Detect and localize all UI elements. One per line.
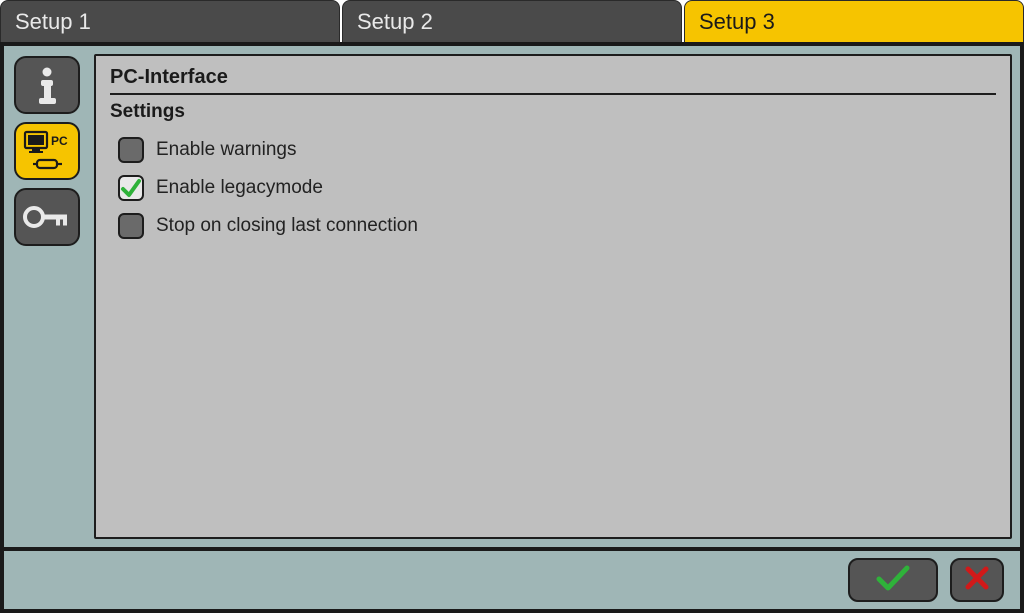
tab-setup-1[interactable]: Setup 1 <box>0 0 340 42</box>
checkbox-stop-on-close[interactable] <box>118 213 144 239</box>
footer-bar <box>4 547 1020 609</box>
sidebar: PC <box>4 46 94 547</box>
tab-setup-2[interactable]: Setup 2 <box>342 0 682 42</box>
checkbox-enable-warnings[interactable] <box>118 137 144 163</box>
tab-setup-3[interactable]: Setup 3 <box>684 0 1024 42</box>
checkbox-enable-legacymode[interactable] <box>118 175 144 201</box>
key-icon <box>22 199 72 235</box>
tab-label: Setup 1 <box>15 9 91 35</box>
main-frame: PC <box>0 42 1024 613</box>
cancel-button[interactable] <box>950 558 1004 602</box>
settings-panel: PC-Interface Settings Enable warnings En… <box>94 54 1012 539</box>
sidebar-item-key[interactable] <box>14 188 80 246</box>
option-stop-on-close: Stop on closing last connection <box>110 207 996 245</box>
svg-text:PC: PC <box>51 134 68 148</box>
sidebar-item-pc-interface[interactable]: PC <box>14 122 80 180</box>
option-label: Stop on closing last connection <box>156 215 418 237</box>
tab-label: Setup 3 <box>699 9 775 35</box>
tab-bar: Setup 1 Setup 2 Setup 3 <box>0 0 1024 42</box>
confirm-button[interactable] <box>848 558 938 602</box>
close-icon <box>963 564 991 597</box>
tab-label: Setup 2 <box>357 9 433 35</box>
app-root: Setup 1 Setup 2 Setup 3 <box>0 0 1024 613</box>
option-enable-legacymode: Enable legacymode <box>110 169 996 207</box>
option-label: Enable warnings <box>156 139 296 161</box>
info-icon <box>30 65 64 105</box>
option-label: Enable legacymode <box>156 177 323 199</box>
pc-icon: PC <box>19 128 75 174</box>
panel-title: PC-Interface <box>110 66 996 95</box>
sidebar-item-info[interactable] <box>14 56 80 114</box>
option-enable-warnings: Enable warnings <box>110 131 996 169</box>
panel-subtitle: Settings <box>110 101 996 123</box>
check-icon <box>873 563 913 598</box>
content-row: PC <box>4 46 1020 547</box>
